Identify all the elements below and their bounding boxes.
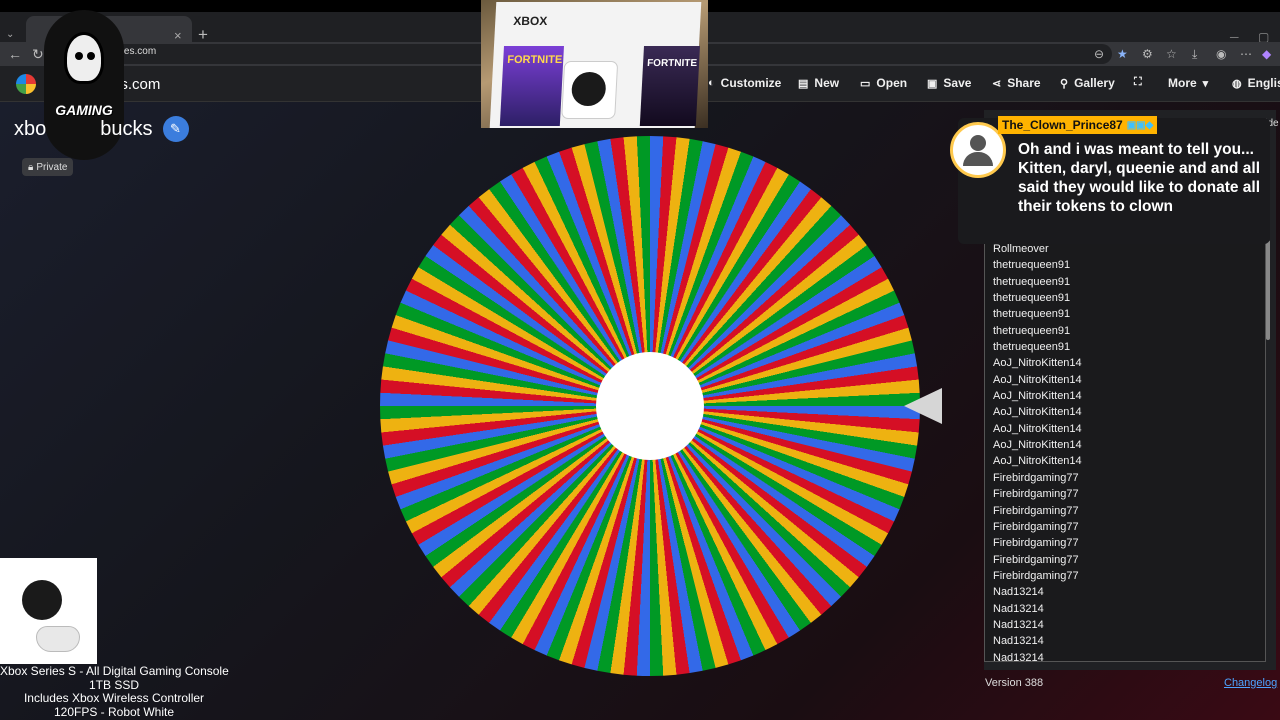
product-image	[0, 558, 97, 664]
mascot-eye	[75, 52, 83, 60]
controller-icon	[36, 626, 80, 652]
xbox-console-image	[562, 62, 618, 118]
new-button[interactable]: ▤ New	[798, 76, 839, 90]
entry-item: thetruequeen91	[993, 324, 1071, 337]
chat-badge-icon: ▣▣◆	[1126, 119, 1154, 131]
wheel-pointer-icon	[904, 388, 942, 424]
menu-dots-icon[interactable]: ⋯	[1240, 47, 1252, 61]
changelog-link[interactable]: Changelog	[1224, 677, 1277, 689]
reload-icon[interactable]: ↻	[32, 46, 44, 63]
entry-item: Firebirdgaming77	[993, 553, 1079, 566]
chat-message-text: Oh and i was meant to tell you... Kitten…	[1018, 141, 1261, 215]
entry-item: Nad13214	[993, 602, 1044, 615]
search-icon: ⚲	[1060, 77, 1069, 90]
xbox-logo-text: XBOX	[512, 14, 548, 28]
download-icon[interactable]: ⤓	[1192, 47, 1197, 62]
profile-icon[interactable]: ◉	[1216, 47, 1226, 61]
entries-textarea[interactable]: Rollmeover thetruequeen91 thetruequeen91 th…	[984, 240, 1266, 662]
file-icon: ▤	[798, 77, 809, 90]
entry-item: Nad13214	[993, 618, 1044, 631]
fortnite-art-left: FORTNITE	[499, 46, 564, 126]
mascot-eye	[87, 52, 95, 60]
entry-item: AoJ_NitroKitten14	[993, 390, 1082, 403]
wheel-title-start: xbo	[14, 117, 47, 140]
more-button[interactable]: More ▾	[1168, 76, 1208, 90]
wheel-title-end: bucks	[100, 117, 153, 140]
customize-button[interactable]: ◐ Customize	[708, 76, 781, 90]
fortnite-art-right: FORTNITE	[639, 46, 700, 126]
copilot-icon[interactable]: ◆	[1262, 47, 1271, 61]
site-info-icon[interactable]: ⊖	[1094, 47, 1104, 61]
open-button[interactable]: ▭ Open	[860, 76, 907, 90]
private-badge[interactable]: 🔒︎ Private	[22, 158, 74, 176]
entry-item: AoJ_NitroKitten14	[993, 439, 1082, 452]
avatar-head	[970, 135, 986, 151]
entry-item: AoJ_NitroKitten14	[993, 357, 1082, 370]
chat-username: The_Clown_Prince87 ▣▣◆	[998, 116, 1158, 134]
wheel-center-button[interactable]	[596, 352, 704, 460]
webcam-overlay: XBOX FORTNITE FORTNITE	[481, 0, 708, 128]
product-line: Includes Xbox Wireless Controller	[23, 691, 205, 706]
entry-item: thetruequeen91	[993, 259, 1071, 272]
entry-item: Nad13214	[993, 586, 1044, 599]
entry-item: AoJ_NitroKitten14	[993, 406, 1082, 419]
language-button[interactable]: ◍Englis	[1232, 76, 1280, 90]
entry-item: Firebirdgaming77	[993, 471, 1079, 484]
chevron-down-icon: ▾	[1202, 77, 1209, 90]
globe-icon: ◍	[1232, 77, 1242, 90]
lock-icon: 🔒︎	[28, 161, 34, 173]
product-line: Xbox Series S - All Digital Gaming Conso…	[0, 664, 229, 678]
pencil-icon: ✎	[170, 121, 181, 136]
entry-item: Firebirdgaming77	[993, 520, 1079, 533]
entries-scrollbar[interactable]	[1266, 180, 1272, 660]
save-icon: ▣	[927, 77, 938, 90]
chat-message-overlay: The_Clown_Prince87 ▣▣◆ Oh and i was mean…	[950, 116, 1270, 244]
version-label: Version 388	[985, 677, 1044, 689]
xbox-series-s-icon	[22, 580, 62, 620]
palette-icon: ◐	[708, 77, 715, 89]
scrollbar-thumb[interactable]	[1266, 240, 1270, 340]
avatar-body	[963, 152, 993, 166]
tab-close-icon[interactable]: ×	[174, 28, 182, 43]
bookmark-star-icon[interactable]: ★	[1117, 47, 1128, 61]
console-fan-grill	[570, 72, 607, 106]
xbox-box-image: XBOX FORTNITE FORTNITE	[489, 2, 702, 128]
entry-item: Firebirdgaming77	[993, 504, 1079, 517]
entry-item: AoJ_NitroKitten14	[993, 373, 1082, 386]
favorites-icon[interactable]: ☆	[1166, 47, 1177, 61]
product-description: Xbox Series S - All Digital Gaming Conso…	[0, 664, 229, 720]
skull-mascot-icon	[64, 32, 104, 84]
entry-item: Nad13214	[993, 651, 1044, 662]
entry-item: thetruequeen91	[993, 308, 1071, 321]
fullscreen-button[interactable]: ⛶	[1134, 76, 1142, 89]
edit-title-button[interactable]: ✎	[162, 116, 189, 142]
entry-item: Firebirdgaming77	[993, 537, 1079, 550]
wheel-logo-icon[interactable]	[16, 74, 36, 94]
product-line: 120FPS - Robot White	[53, 705, 175, 720]
entry-item: Nad13214	[993, 635, 1044, 648]
entry-item: AoJ_NitroKitten14	[993, 422, 1082, 435]
product-line: 1TB SSD	[88, 677, 139, 692]
folder-icon: ▭	[860, 77, 871, 90]
entry-item: thetruequeen91	[993, 292, 1071, 305]
wheel-title: xbo bucks ✎	[14, 116, 189, 142]
entry-item: thetruequeen91	[993, 275, 1071, 288]
back-icon[interactable]: ←	[8, 46, 22, 62]
share-button[interactable]: ⋖ Share	[992, 76, 1041, 90]
entry-item: Firebirdgaming77	[993, 569, 1079, 582]
gallery-button[interactable]: ⚲ Gallery	[1060, 76, 1115, 90]
tab-search-icon[interactable]: ⌄	[6, 29, 14, 40]
entry-item: thetruequeen91	[993, 341, 1071, 354]
extension-icon[interactable]: ⚙	[1142, 47, 1153, 61]
entry-item: Firebirdgaming77	[993, 488, 1079, 501]
share-icon: ⋖	[992, 77, 1002, 90]
save-button[interactable]: ▣ Save	[927, 76, 971, 90]
wheel-container[interactable]	[380, 136, 920, 676]
entry-item: AoJ_NitroKitten14	[993, 455, 1082, 468]
fullscreen-icon: ⛶	[1134, 76, 1142, 88]
